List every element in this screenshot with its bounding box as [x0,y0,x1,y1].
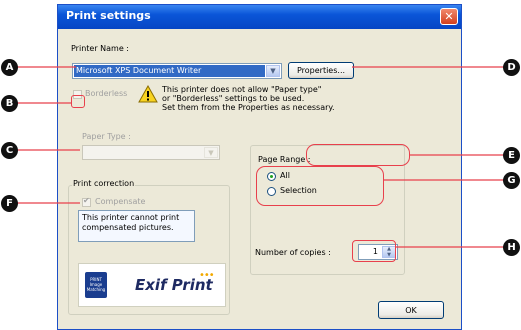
copies-highlight [352,240,396,262]
properties-highlight [306,144,410,166]
page-range-highlight [256,166,384,206]
callout-d: D [503,59,520,76]
callout-lines [9,66,508,248]
callout-h: H [503,239,520,256]
callout-g: G [503,172,520,189]
callout-e: E [503,147,520,164]
callout-c: C [1,142,18,159]
callout-a: A [1,59,18,76]
borderless-highlight [71,95,85,108]
callout-b: B [1,95,18,112]
callout-f: F [1,195,18,212]
